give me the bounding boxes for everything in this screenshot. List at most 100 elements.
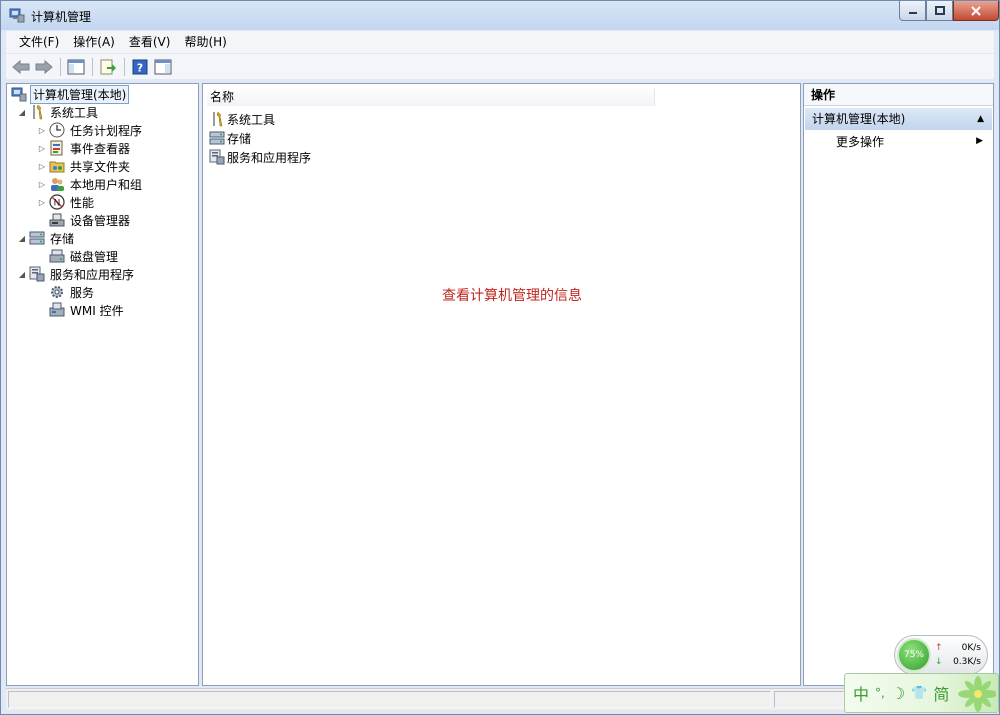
tree-item-label: 计算机管理(本地) (30, 84, 130, 104)
back-button[interactable] (10, 56, 32, 78)
collapsed-arrow-icon[interactable]: ▷ (37, 175, 47, 193)
tree-item-computer-management-local[interactable]: 计算机管理(本地) (11, 84, 130, 104)
maximize-button[interactable] (926, 1, 953, 21)
status-cell-secondary (774, 691, 844, 708)
show-hide-action-pane-button[interactable] (152, 56, 174, 78)
window-title: 计算机管理 (31, 10, 92, 24)
actions-header: 操作 (804, 84, 993, 106)
system-tools-icon (213, 111, 223, 127)
list-item-label: 存储 (227, 131, 252, 146)
list-item-system-tools[interactable]: 系统工具 (209, 110, 275, 128)
tree-item-label: 事件查看器 (70, 141, 131, 156)
ime-chinese-mode-button[interactable]: 中 (853, 681, 869, 705)
tree-item-device-manager[interactable]: 设备管理器 (47, 211, 132, 229)
help-button[interactable]: ? (129, 56, 151, 78)
computer-management-window: 计算机管理 文件(F) 操作(A) 查看(V) 帮助(H) ? 计算机管理(本地… (0, 0, 1000, 715)
services-applications-icon (29, 266, 45, 282)
menu-view[interactable]: 查看(V) (122, 31, 178, 53)
column-header-name[interactable]: 名称 (207, 88, 655, 106)
list-item-label: 服务和应用程序 (227, 150, 312, 165)
title-bar[interactable]: 计算机管理 (1, 1, 999, 30)
tree-item-label: 存储 (50, 231, 75, 246)
ime-flower-decoration-icon (958, 676, 996, 712)
collapsed-arrow-icon[interactable]: ▷ (37, 157, 47, 175)
close-button[interactable] (953, 1, 999, 21)
menu-help[interactable]: 帮助(H) (177, 31, 233, 53)
tree-item-services-applications[interactable]: ◢ 服务和应用程序 (17, 265, 136, 283)
tree-item-label: 服务 (70, 285, 95, 300)
users-icon (51, 178, 64, 191)
toolbar-separator (124, 57, 125, 76)
tree-item-event-viewer[interactable]: ▷ 事件查看器 (37, 139, 132, 157)
tree-item-label: 系统工具 (50, 105, 99, 120)
ime-toolbar: 中 °, ☽ 👕 简 (844, 673, 999, 713)
tree-item-system-tools[interactable]: ◢ 系统工具 (17, 103, 100, 121)
actions-section-computer-management[interactable]: 计算机管理(本地) ▲ (805, 108, 992, 130)
collapse-triangle-icon[interactable]: ▲ (977, 108, 984, 130)
device-manager-icon (49, 213, 65, 227)
memory-usage-circle: 75% (897, 638, 931, 672)
tree-item-performance[interactable]: ▷ N 性能 (37, 193, 96, 211)
info-message: 查看计算机管理的信息 (442, 288, 582, 304)
tree-item-shared-folders[interactable]: ▷ 共享文件夹 (37, 157, 132, 175)
ime-simplified-button[interactable]: 简 (933, 681, 949, 705)
ime-skin-shirt-icon[interactable]: 👕 (911, 686, 927, 701)
tree-item-services[interactable]: 服务 (47, 283, 96, 301)
collapsed-arrow-icon[interactable]: ▷ (37, 139, 47, 157)
expanded-arrow-icon[interactable]: ◢ (17, 265, 27, 283)
tree-item-label: WMI 控件 (70, 303, 124, 318)
submenu-arrow-icon: ▶ (976, 136, 983, 146)
list-item-label: 系统工具 (227, 112, 276, 127)
back-arrow-icon (12, 59, 30, 74)
maximize-icon (934, 6, 945, 15)
ime-punctuation-button[interactable]: °, (875, 686, 885, 700)
tree-item-local-users-groups[interactable]: ▷ 本地用户和组 (37, 175, 144, 193)
computer-management-icon (9, 8, 25, 23)
expanded-arrow-icon[interactable]: ◢ (17, 229, 27, 247)
storage-icon (29, 231, 45, 245)
show-hide-console-tree-button[interactable] (65, 56, 87, 78)
status-cell-main (8, 691, 771, 708)
tree-item-task-scheduler[interactable]: ▷ 任务计划程序 (37, 121, 144, 139)
download-speed-value: 0.3K/s (953, 657, 981, 667)
computer-management-icon (11, 87, 27, 102)
tree-item-disk-management[interactable]: 磁盘管理 (47, 247, 120, 265)
clock-icon (49, 122, 65, 138)
help-icon: ? (132, 59, 148, 74)
network-speed-widget[interactable]: 75% ↑ 0K/s ↓ 0.3K/s (894, 635, 988, 675)
console-tree-pane: 计算机管理(本地) ◢ 系统工具 ▷ 任务计划程序 ▷ 事件查看器 ▷ 共享文件 (6, 83, 199, 686)
tree-item-wmi-control[interactable]: WMI 控件 (47, 301, 126, 319)
expanded-arrow-icon[interactable]: ◢ (17, 103, 27, 121)
menu-action[interactable]: 操作(A) (66, 31, 122, 53)
console-tree-icon (67, 59, 85, 74)
svg-text:N: N (54, 199, 61, 209)
tree-item-label: 任务计划程序 (70, 123, 143, 138)
actions-pane: 操作 计算机管理(本地) ▲ 更多操作 ▶ (803, 83, 994, 686)
collapsed-arrow-icon[interactable]: ▷ (37, 193, 47, 211)
menu-file[interactable]: 文件(F) (12, 31, 66, 53)
list-item-storage[interactable]: 存储 (209, 129, 251, 147)
download-arrow-icon: ↓ (935, 657, 943, 667)
tree-item-label: 服务和应用程序 (50, 267, 135, 282)
forward-arrow-icon (35, 59, 53, 74)
results-pane: 名称 系统工具 存储 服务和应用程序 查看计算机管理的信息 (202, 83, 801, 686)
export-list-icon (100, 59, 116, 74)
gear-icon (51, 286, 63, 298)
ime-halfwidth-moon-icon[interactable]: ☽ (891, 684, 905, 703)
upload-arrow-icon: ↑ (935, 643, 943, 653)
toolbar-separator (60, 57, 61, 76)
export-list-button[interactable] (97, 56, 119, 78)
collapsed-arrow-icon[interactable]: ▷ (37, 121, 47, 139)
performance-icon: N (49, 194, 65, 210)
services-applications-icon (209, 149, 225, 165)
storage-icon (209, 131, 225, 145)
list-item-services-applications[interactable]: 服务和应用程序 (209, 148, 311, 166)
more-actions-item[interactable]: 更多操作 (836, 133, 884, 151)
tree-item-storage[interactable]: ◢ 存储 (17, 229, 76, 247)
disk-management-icon (49, 249, 65, 263)
toolbar: ? (6, 53, 994, 79)
forward-button[interactable] (33, 56, 55, 78)
tree-item-label: 共享文件夹 (70, 159, 131, 174)
system-tools-icon (33, 104, 43, 120)
minimize-button[interactable] (899, 1, 926, 21)
